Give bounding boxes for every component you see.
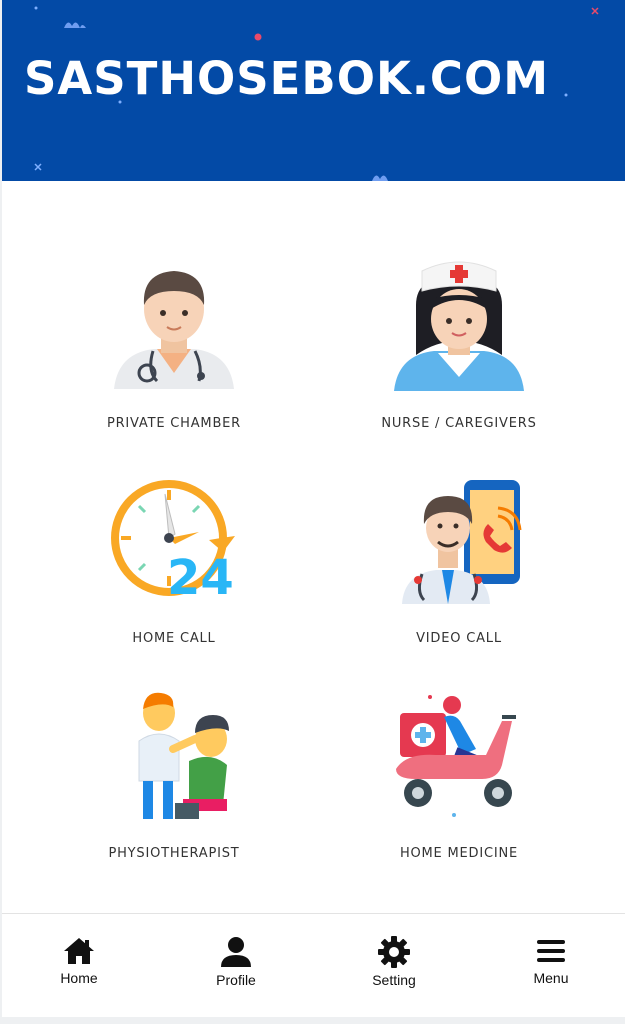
doctor-icon — [114, 271, 234, 389]
service-physiotherapist[interactable]: PHYSIOTHERAPIST — [49, 691, 299, 891]
service-video-call[interactable]: VIDEO CALL — [334, 476, 584, 676]
home-icon — [64, 938, 94, 964]
physiotherapy-icon — [138, 692, 229, 819]
nav-menu[interactable]: Menu — [501, 936, 601, 996]
service-home-call[interactable]: 24 HOME CALL — [49, 476, 299, 676]
clock-24-icon: 24 — [111, 480, 235, 606]
service-nurse-caregivers[interactable]: NURSE / CAREGIVERS — [334, 261, 584, 461]
nav-label: Menu — [533, 970, 569, 986]
nav-setting[interactable]: Setting — [344, 936, 444, 996]
svg-text:24: 24 — [167, 550, 234, 606]
app-screen: SASTHOSEBOK.COM PRIVATE CHAMBER NURSE / … — [2, 0, 625, 1017]
nav-profile[interactable]: Profile — [186, 936, 286, 996]
user-icon — [221, 937, 251, 967]
service-label: HOME CALL — [132, 631, 216, 646]
service-label: PHYSIOTHERAPIST — [108, 846, 240, 861]
brand-title: SASTHOSEBOK.COM — [24, 52, 549, 105]
service-label: HOME MEDICINE — [399, 846, 519, 861]
nav-label: Profile — [216, 972, 256, 988]
video-call-doctor-icon — [402, 480, 522, 604]
header-banner: SASTHOSEBOK.COM — [2, 0, 625, 181]
service-label: NURSE / CAREGIVERS — [381, 416, 537, 431]
service-home-medicine[interactable]: HOME MEDICINE — [334, 691, 584, 891]
hamburger-icon — [537, 940, 565, 962]
gear-icon — [378, 936, 410, 968]
service-label: VIDEO CALL — [416, 631, 502, 646]
nav-label: Home — [60, 970, 98, 986]
service-label: PRIVATE CHAMBER — [106, 416, 242, 431]
nav-home[interactable]: Home — [29, 936, 129, 996]
service-private-chamber[interactable]: PRIVATE CHAMBER — [49, 261, 299, 461]
delivery-scooter-icon — [396, 695, 516, 817]
bottom-navigation: Home Profile Setting Menu — [2, 913, 625, 1017]
nurse-icon — [394, 261, 524, 391]
nav-label: Setting — [372, 972, 416, 988]
